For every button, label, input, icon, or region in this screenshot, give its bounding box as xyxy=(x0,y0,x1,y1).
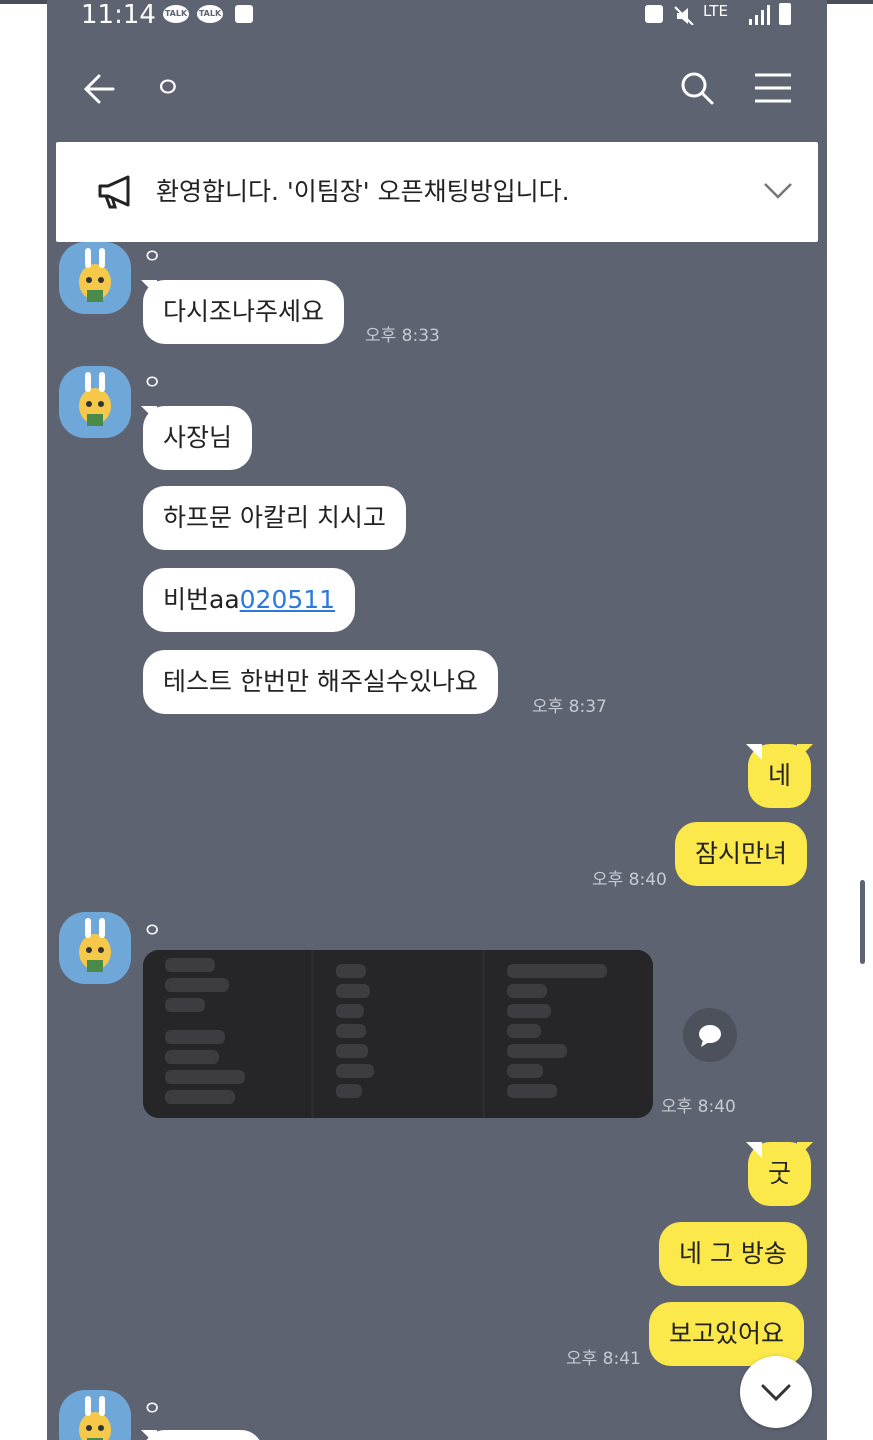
sender-name: ㅇ xyxy=(143,1396,162,1420)
sender-name: ㅇ xyxy=(143,244,162,268)
arrow-left-icon[interactable] xyxy=(83,72,117,106)
message-time: 오후 8:40 xyxy=(661,1097,736,1117)
message-bubble[interactable]: 하프문 아칼리 치시고 xyxy=(143,486,406,550)
signal-icon xyxy=(749,5,770,25)
message-time: 오후 8:40 xyxy=(592,870,667,890)
battery-icon xyxy=(779,3,791,25)
avatar[interactable] xyxy=(59,1390,131,1440)
my-message-bubble[interactable]: 굿 xyxy=(748,1142,812,1206)
message-bubble[interactable]: 다시조나주세요 xyxy=(143,280,345,344)
phone-number-link[interactable]: 020511 xyxy=(240,585,335,614)
message-text: 비번aa xyxy=(163,585,240,614)
speech-bubble-icon xyxy=(699,1025,721,1047)
image-attachment-group[interactable] xyxy=(143,950,653,1118)
scroll-to-bottom-button[interactable] xyxy=(740,1356,812,1428)
my-message-bubble[interactable]: 잠시만녀 xyxy=(675,822,808,886)
lte-icon: LTE xyxy=(703,2,728,20)
message-bubble[interactable]: 사장님 xyxy=(143,406,253,470)
chat-header: ㅇ xyxy=(47,36,827,140)
recycle-icon xyxy=(645,5,663,23)
mute-icon xyxy=(674,6,694,25)
avatar[interactable] xyxy=(59,242,131,314)
sender-name: ㅇ xyxy=(143,918,162,942)
avatar[interactable] xyxy=(59,366,131,438)
talk-icon: TALK xyxy=(163,5,189,23)
message-time: 오후 8:37 xyxy=(532,697,607,717)
sender-name: ㅇ xyxy=(143,370,162,394)
chat-screen: 11:14 TALK TALK LTE ㅇ 환영합니다. '이팀장' 오픈채팅방… xyxy=(47,0,827,1440)
message-bubble[interactable] xyxy=(143,1430,263,1440)
chevron-down-icon xyxy=(761,1384,791,1402)
message-time: 오후 8:33 xyxy=(365,326,440,346)
my-message-bubble[interactable]: 네 xyxy=(748,744,812,808)
search-icon[interactable] xyxy=(679,70,715,106)
status-time: 11:14 xyxy=(81,0,156,30)
message-bubble-with-link[interactable]: 비번aa020511 xyxy=(143,568,356,632)
megaphone-icon xyxy=(98,175,130,209)
app-icon xyxy=(235,5,253,23)
image-thumbnail[interactable] xyxy=(143,950,311,1118)
share-button[interactable] xyxy=(683,1008,737,1062)
message-time: 오후 8:41 xyxy=(566,1349,641,1369)
notice-banner[interactable]: 환영합니다. '이팀장' 오픈채팅방입니다. xyxy=(56,142,818,242)
image-thumbnail[interactable] xyxy=(314,950,482,1118)
avatar[interactable] xyxy=(59,912,131,984)
image-thumbnail[interactable] xyxy=(485,950,653,1118)
scrollbar[interactable] xyxy=(860,880,865,964)
talk-icon: TALK xyxy=(197,5,223,23)
notice-text: 환영합니다. '이팀장' 오픈채팅방입니다. xyxy=(156,177,570,206)
my-message-bubble[interactable]: 네 그 방송 xyxy=(659,1222,807,1286)
hamburger-menu-icon[interactable] xyxy=(753,72,793,104)
status-bar: 11:14 TALK TALK LTE xyxy=(47,0,827,36)
message-bubble[interactable]: 테스트 한번만 해주실수있나요 xyxy=(143,650,498,714)
chevron-down-icon[interactable] xyxy=(762,178,794,202)
chat-title: ㅇ xyxy=(155,71,181,104)
